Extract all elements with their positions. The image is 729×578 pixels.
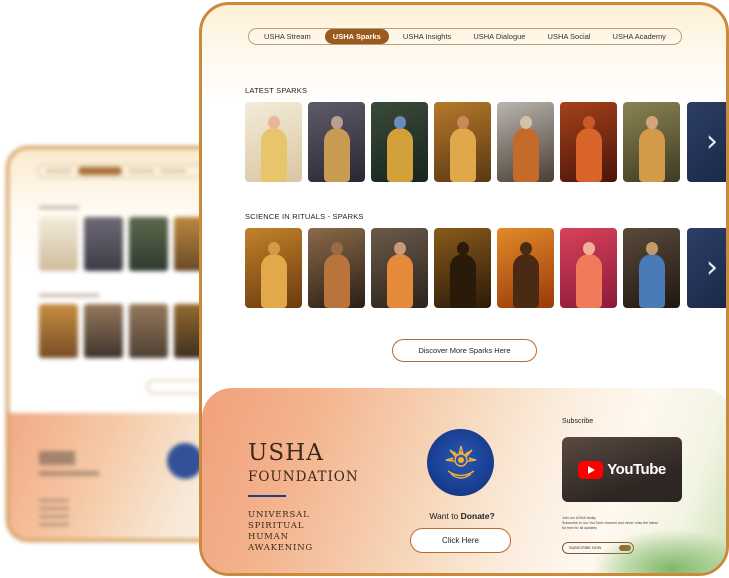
donate-prompt: Want to Donate? bbox=[392, 511, 532, 521]
footer: USHA FOUNDATION UNIVERSAL SPIRITUAL HUMA… bbox=[202, 388, 726, 573]
science-rituals-next-button[interactable]: › bbox=[687, 228, 726, 308]
donate-emphasis: Donate? bbox=[460, 511, 495, 521]
figure-shape bbox=[575, 254, 602, 308]
latest-sparks-next-button[interactable]: › bbox=[687, 102, 726, 182]
latest-sparks-thumbnail-krishna-vishwaroop-art[interactable] bbox=[245, 102, 302, 182]
figure-head-shape bbox=[456, 242, 469, 255]
figure-shape bbox=[260, 128, 287, 182]
tab-usha-insights[interactable]: USHA Insights bbox=[395, 29, 459, 44]
figure-head-shape bbox=[456, 116, 469, 129]
usha-brand-subtitle: FOUNDATION bbox=[248, 469, 359, 485]
preview-tagline bbox=[39, 523, 69, 526]
science-rituals-thumbnail-meditation-art[interactable] bbox=[560, 228, 617, 308]
preview-thumb bbox=[84, 217, 123, 271]
preview-usha-subtitle bbox=[39, 471, 99, 476]
figure-shape bbox=[260, 254, 287, 308]
latest-sparks-carousel: › bbox=[245, 102, 726, 182]
brand-divider bbox=[248, 495, 286, 497]
tab-usha-social[interactable]: USHA Social bbox=[540, 29, 599, 44]
figure-shape bbox=[323, 128, 350, 182]
tagline-line: HUMAN bbox=[248, 532, 289, 542]
tagline-line: AWAKENING bbox=[248, 543, 314, 553]
latest-sparks-thumbnail-rama-art[interactable] bbox=[308, 102, 365, 182]
preview-tagline bbox=[39, 515, 69, 518]
figure-head-shape bbox=[519, 242, 532, 255]
tagline-line: SPIRITUAL bbox=[248, 521, 305, 531]
subscribe-now-label: SUBSCRIBE NOW bbox=[569, 546, 602, 550]
preview-section-label bbox=[39, 294, 99, 297]
tab-usha-academy[interactable]: USHA Academy bbox=[605, 29, 674, 44]
donate-prefix: Want to bbox=[429, 511, 461, 521]
latest-sparks-thumbnail-krishna-art[interactable] bbox=[371, 102, 428, 182]
preview-thumb bbox=[129, 217, 168, 271]
science-rituals-thumbnail-narasimha-art[interactable] bbox=[245, 228, 302, 308]
preview-tagline bbox=[39, 507, 69, 510]
preview-thumb bbox=[39, 217, 78, 271]
donate-click-button[interactable]: Click Here bbox=[410, 528, 511, 553]
chevron-right-icon: › bbox=[706, 124, 718, 159]
figure-shape bbox=[323, 254, 350, 308]
figure-head-shape bbox=[393, 242, 406, 255]
youtube-channel-banner[interactable]: YouTube bbox=[562, 437, 682, 502]
tagline-line: UNIVERSAL bbox=[248, 510, 310, 520]
preview-tagline bbox=[39, 499, 69, 502]
figure-head-shape bbox=[330, 116, 343, 129]
figure-shape bbox=[449, 128, 476, 182]
subscribe-now-button[interactable]: SUBSCRIBE NOW bbox=[562, 542, 634, 554]
usha-foundation-logo bbox=[427, 429, 494, 496]
youtube-play-icon bbox=[578, 460, 604, 479]
preview-thumb bbox=[129, 304, 168, 358]
science-rituals-carousel: › bbox=[245, 228, 726, 308]
toggle-knob-icon bbox=[619, 545, 631, 551]
tab-usha-dialogue[interactable]: USHA Dialogue bbox=[465, 29, 533, 44]
latest-sparks-thumbnail-rama-bow-art[interactable] bbox=[434, 102, 491, 182]
latest-sparks-thumbnail-sages-art[interactable] bbox=[497, 102, 554, 182]
figure-head-shape bbox=[519, 116, 532, 129]
figure-shape bbox=[449, 254, 476, 308]
latest-sparks-thumbnail-shiva-art[interactable] bbox=[623, 102, 680, 182]
science-rituals-heading: SCIENCE IN RITUALS - SPARKS bbox=[245, 212, 364, 221]
preview-section-label bbox=[39, 206, 79, 209]
tab-usha-stream[interactable]: USHA Stream bbox=[256, 29, 319, 44]
figure-shape bbox=[512, 254, 539, 308]
science-rituals-thumbnail-krishna-silhouette-art[interactable] bbox=[434, 228, 491, 308]
science-rituals-thumbnail-hanuman-art[interactable] bbox=[308, 228, 365, 308]
preview-thumb bbox=[84, 304, 123, 358]
figure-shape bbox=[512, 128, 539, 182]
youtube-wordmark: YouTube bbox=[607, 461, 666, 478]
latest-sparks-heading: LATEST SPARKS bbox=[245, 86, 308, 95]
figure-head-shape bbox=[330, 242, 343, 255]
discover-more-sparks-button[interactable]: Discover More Sparks Here bbox=[392, 339, 537, 362]
usha-tab-bar: USHA Stream USHA Sparks USHA Insights US… bbox=[248, 28, 682, 45]
figure-shape bbox=[638, 128, 665, 182]
figure-head-shape bbox=[645, 242, 658, 255]
figure-head-shape bbox=[393, 116, 406, 129]
tab-usha-sparks[interactable]: USHA Sparks bbox=[324, 29, 389, 44]
usha-brand-title: USHA bbox=[248, 440, 324, 466]
figure-shape bbox=[638, 254, 665, 308]
figure-head-shape bbox=[582, 116, 595, 129]
main-page-card: USHA Stream USHA Sparks USHA Insights US… bbox=[199, 2, 729, 576]
preview-logo bbox=[167, 443, 203, 479]
figure-head-shape bbox=[645, 116, 658, 129]
figure-shape bbox=[386, 128, 413, 182]
chevron-right-icon: › bbox=[706, 250, 718, 285]
science-rituals-thumbnail-warrior-silhouette-art[interactable] bbox=[497, 228, 554, 308]
figure-head-shape bbox=[267, 116, 280, 129]
latest-sparks-thumbnail-ganesha-art[interactable] bbox=[560, 102, 617, 182]
figure-shape bbox=[386, 254, 413, 308]
science-rituals-thumbnail-monk-reading-art[interactable] bbox=[371, 228, 428, 308]
preview-usha-title bbox=[39, 451, 75, 465]
subscribe-heading: Subscribe bbox=[562, 418, 594, 425]
figure-head-shape bbox=[582, 242, 595, 255]
figure-shape bbox=[575, 128, 602, 182]
lotus-emblem-icon bbox=[445, 445, 476, 479]
figure-head-shape bbox=[267, 242, 280, 255]
science-rituals-thumbnail-deities-group-art[interactable] bbox=[623, 228, 680, 308]
youtube-blurb-line: for free for all updates bbox=[562, 526, 597, 530]
preview-thumb bbox=[39, 304, 78, 358]
